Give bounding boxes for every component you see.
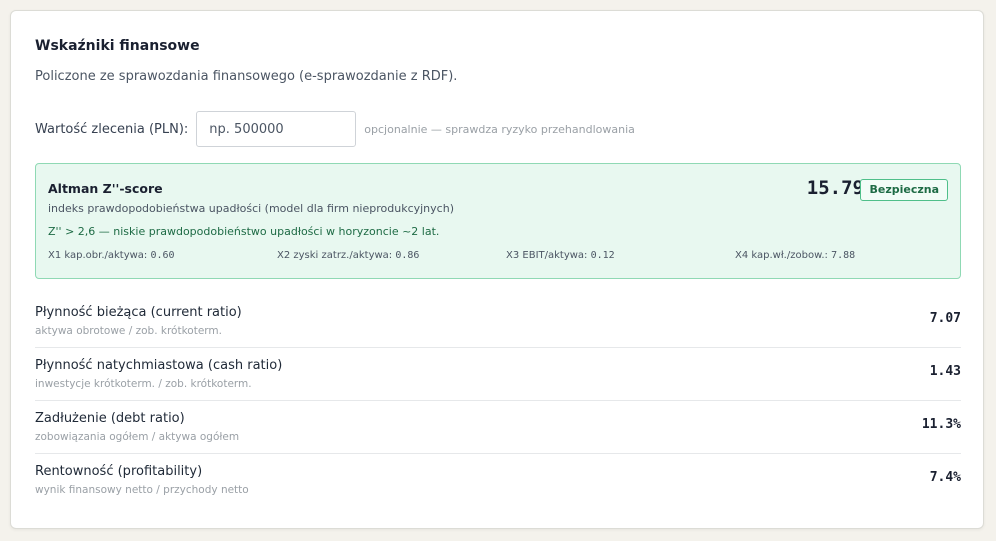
altman-status-badge: Bezpieczna: [860, 179, 948, 201]
metric-row-cash-ratio: Płynność natychmiastowa (cash ratio) inw…: [35, 348, 961, 401]
card-subtitle: Policzone ze sprawozdania finansowego (e…: [35, 69, 458, 84]
altman-factors: X1 kap.obr./aktywa: 0.60 X2 zyski zatrz.…: [48, 250, 948, 264]
factor-value: 0.86: [395, 250, 420, 261]
card-title: Wskaźniki finansowe: [35, 38, 200, 54]
metric-formula: wynik finansowy netto / przychody netto: [35, 484, 249, 496]
factor-value: 7.88: [831, 250, 856, 261]
altman-score-value: 15.79: [806, 177, 864, 199]
altman-zscore-panel: Altman Z''-score indeks prawdopodobieńst…: [35, 163, 961, 279]
metric-row-debt-ratio: Zadłużenie (debt ratio) zobowiązania ogó…: [35, 401, 961, 454]
metric-row-current-ratio: Płynność bieżąca (current ratio) aktywa …: [35, 295, 961, 348]
order-value-label: Wartość zlecenia (PLN):: [35, 121, 189, 137]
factor-label: X1 kap.obr./aktywa:: [48, 250, 148, 261]
altman-factor-x1: X1 kap.obr./aktywa: 0.60: [48, 250, 175, 261]
metric-value: 1.43: [929, 364, 961, 379]
metric-name: Płynność natychmiastowa (cash ratio): [35, 358, 283, 373]
metric-formula: aktywa obrotowe / zob. krótkoterm.: [35, 325, 222, 337]
altman-factor-x2: X2 zyski zatrz./aktywa: 0.86: [277, 250, 419, 261]
metric-value: 11.3%: [921, 417, 961, 432]
factor-label: X4 kap.wł./zobow.:: [735, 250, 828, 261]
metric-value: 7.4%: [929, 470, 961, 485]
factor-label: X3 EBIT/aktywa:: [506, 250, 588, 261]
metric-formula: inwestycje krótkoterm. / zob. krótkoterm…: [35, 378, 252, 390]
altman-interpretation: Z'' > 2,6 — niskie prawdopodobieństwo up…: [48, 225, 440, 238]
order-value-input[interactable]: [196, 111, 357, 147]
altman-description: indeks prawdopodobieństwa upadłości (mod…: [48, 202, 454, 215]
factor-value: 0.60: [150, 250, 175, 261]
altman-factor-x4: X4 kap.wł./zobow.: 7.88: [735, 250, 855, 261]
metric-row-profitability: Rentowność (profitability) wynik finanso…: [35, 454, 961, 507]
factor-label: X2 zyski zatrz./aktywa:: [277, 250, 393, 261]
factor-value: 0.12: [590, 250, 615, 261]
order-value-hint: opcjonalnie — sprawdza ryzyko przehandlo…: [364, 122, 635, 136]
altman-factor-x3: X3 EBIT/aktywa: 0.12: [506, 250, 615, 261]
metric-name: Płynność bieżąca (current ratio): [35, 305, 242, 320]
metric-value: 7.07: [929, 311, 961, 326]
metric-formula: zobowiązania ogółem / aktywa ogółem: [35, 431, 240, 443]
order-value-row: Wartość zlecenia (PLN): opcjonalnie — sp…: [35, 111, 635, 147]
metric-name: Rentowność (profitability): [35, 464, 203, 479]
metric-name: Zadłużenie (debt ratio): [35, 411, 185, 426]
financial-indicators-card: Wskaźniki finansowe Policzone ze sprawoz…: [10, 10, 984, 529]
altman-title: Altman Z''-score: [48, 181, 163, 196]
